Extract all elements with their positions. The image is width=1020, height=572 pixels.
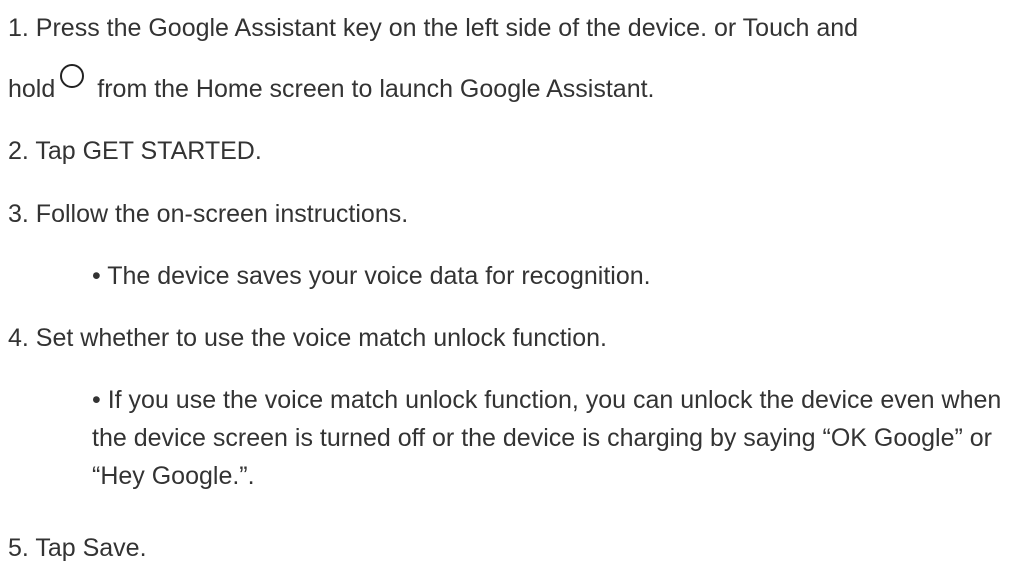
instructions-document: 1. Press the Google Assistant key on the… (0, 0, 1020, 572)
step-4: 4. Set whether to use the voice match un… (8, 324, 607, 352)
step-4-note: • If you use the voice match unlock func… (92, 386, 1002, 490)
step-5: 5. Tap Save. (8, 534, 147, 562)
step-1-line-2: hold from the Home screen to launch Googl… (8, 64, 655, 104)
step-1-line-1: 1. Press the Google Assistant key on the… (8, 14, 859, 42)
step-2: 2. Tap GET STARTED. (8, 137, 262, 165)
circle-home-icon (59, 63, 85, 89)
step-1-rest-text: from the Home screen to launch Google As… (97, 75, 655, 103)
step-3-note: • The device saves your voice data for r… (92, 262, 651, 290)
step-3: 3. Follow the on-screen instructions. (8, 200, 409, 228)
step-1-hold-text: hold (8, 75, 56, 103)
